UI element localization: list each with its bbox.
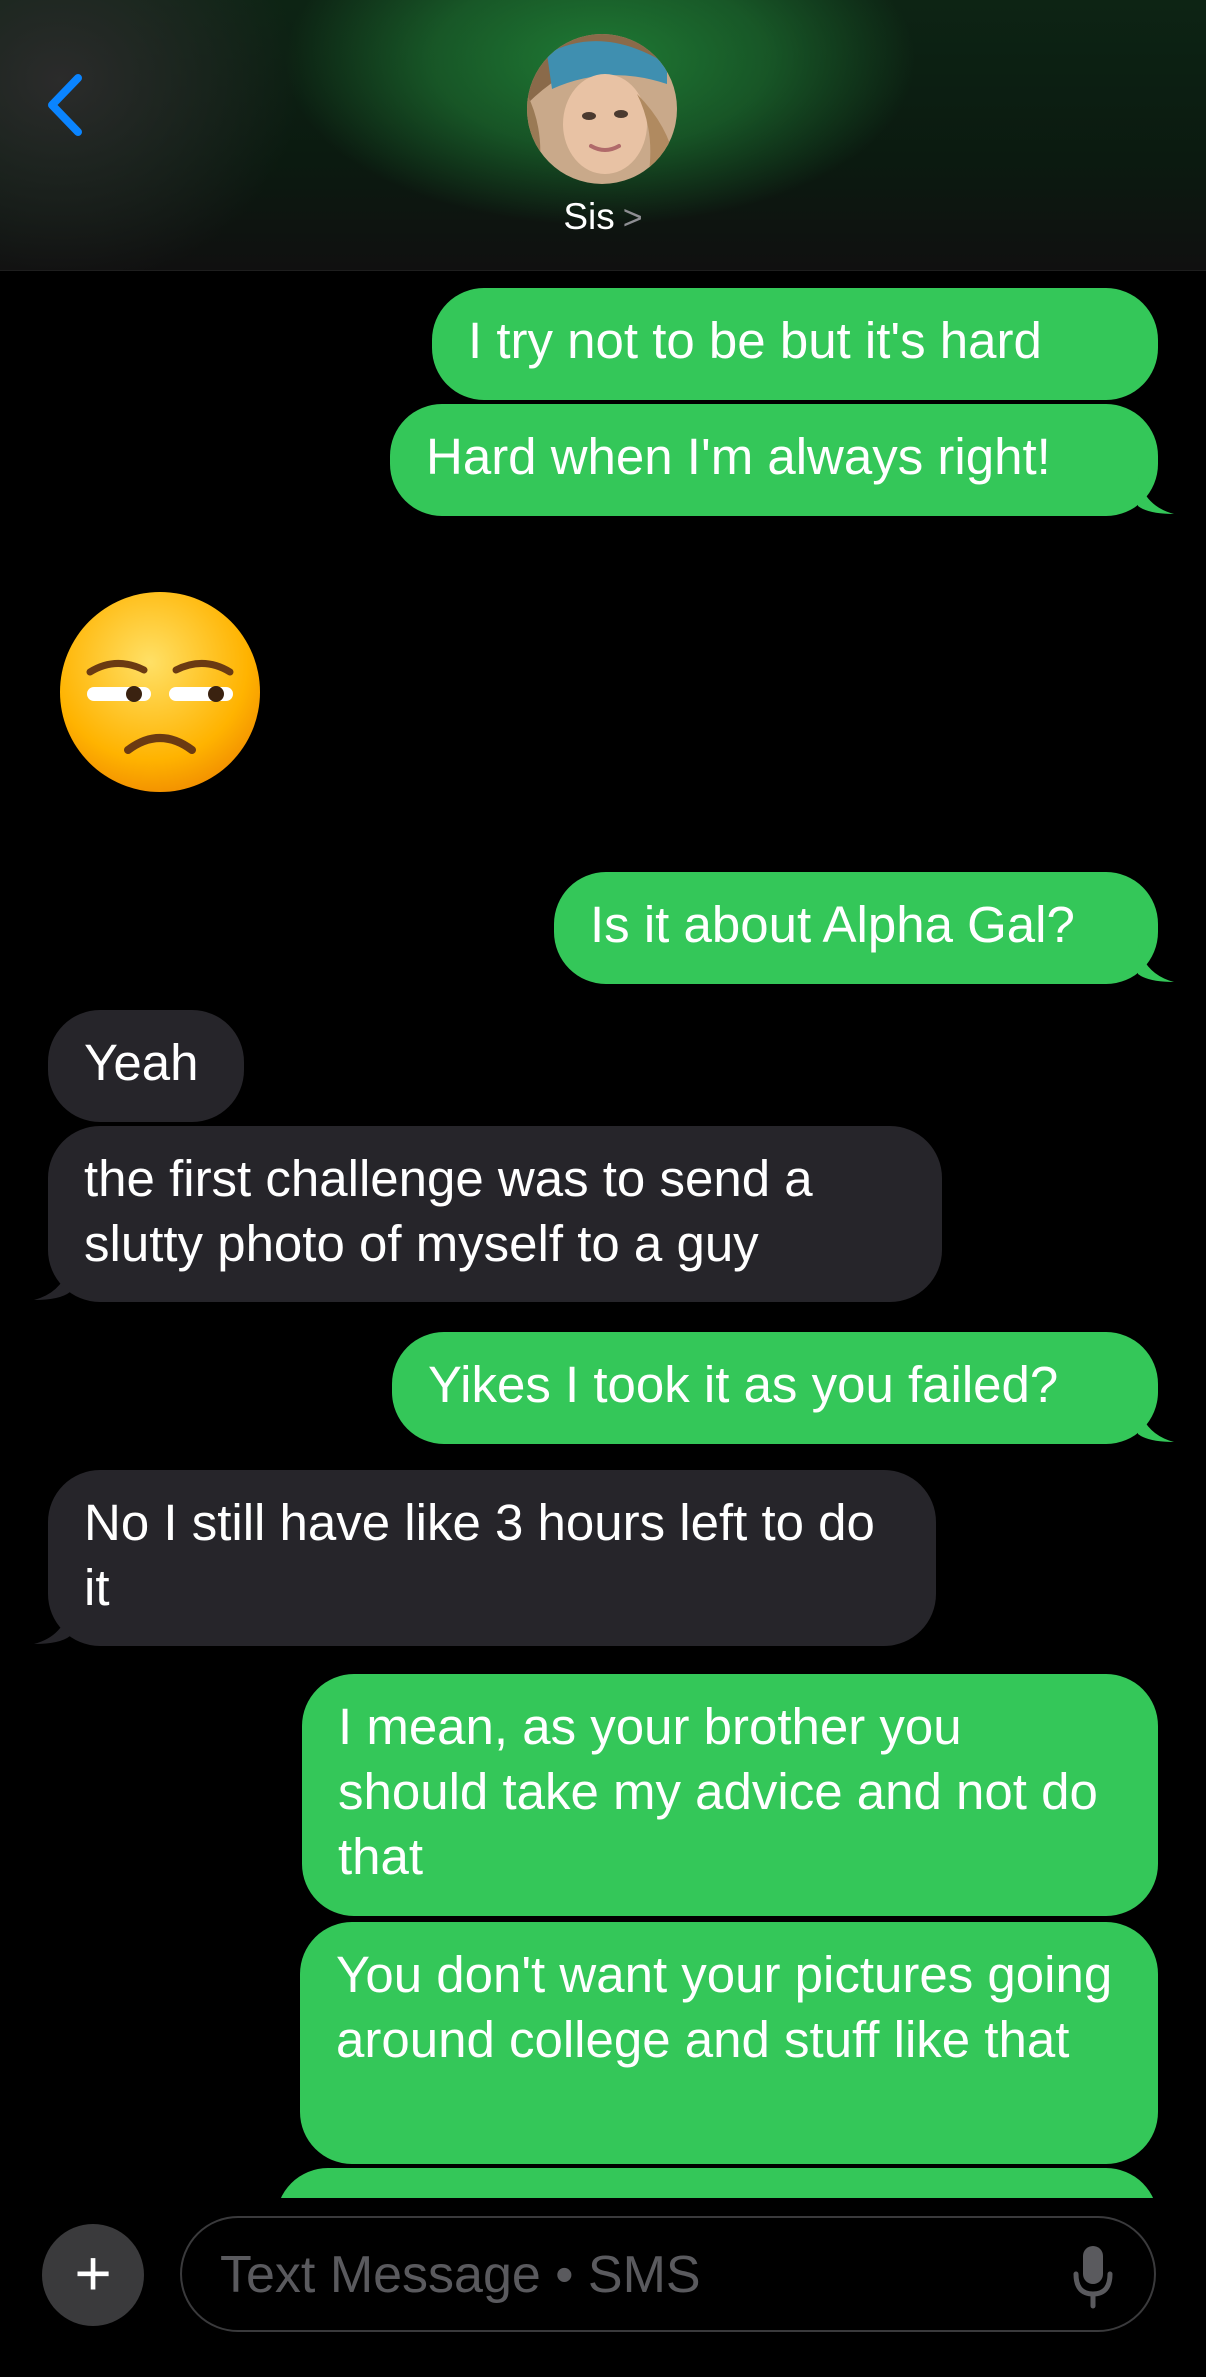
message-bubble-incoming[interactable]: the first challenge was to send a slutty… — [48, 1126, 942, 1302]
contact-name[interactable]: Sis > — [0, 196, 1206, 238]
message-text: I try not to be but it's hard — [468, 312, 1042, 369]
chevron-right-icon: > — [622, 199, 643, 237]
bubble-tail — [34, 1262, 70, 1300]
message-bubble-outgoing[interactable]: I try not to be but it's hard — [432, 288, 1158, 400]
message-text: No I still have like 3 hours left to do … — [84, 1494, 875, 1616]
plus-button[interactable]: + — [42, 2224, 144, 2326]
message-text: You don't want your pictures going aroun… — [336, 1946, 1113, 2068]
back-chevron-icon[interactable] — [42, 70, 92, 140]
message-bubble-outgoing[interactable]: You don't want your pictures going aroun… — [300, 1922, 1158, 2164]
plus-icon: + — [74, 2237, 112, 2309]
microphone-icon[interactable] — [1068, 2242, 1118, 2312]
bubble-tail — [34, 1606, 70, 1644]
message-text: Is it about Alpha Gal? — [590, 896, 1075, 953]
message-text: Yeah — [84, 1034, 199, 1091]
conversation-header: Sis > — [0, 0, 1206, 271]
contact-name-text: Sis — [563, 196, 615, 237]
message-text: the first challenge was to send a slutty… — [84, 1150, 813, 1272]
message-bubble-outgoing[interactable]: Hard when I'm always right! — [390, 404, 1158, 516]
unamused-face-emoji[interactable] — [58, 590, 262, 794]
message-bubble-outgoing[interactable]: Is it about Alpha Gal? — [554, 872, 1158, 984]
message-input[interactable] — [218, 2236, 1022, 2314]
message-text: Hard when I'm always right! — [426, 428, 1051, 485]
message-input-field[interactable] — [180, 2216, 1156, 2332]
bubble-tail — [1138, 944, 1174, 982]
message-text: Yikes I took it as you failed? — [428, 1356, 1059, 1413]
message-text: I mean, as your brother you should take … — [338, 1698, 1098, 1885]
message-bubble-outgoing[interactable]: Yikes I took it as you failed? — [392, 1332, 1158, 1444]
bubble-tail — [1138, 476, 1174, 514]
message-bubble-incoming[interactable]: No I still have like 3 hours left to do … — [48, 1470, 936, 1646]
contact-avatar[interactable] — [527, 34, 677, 184]
message-bubble-incoming[interactable]: Yeah — [48, 1010, 244, 1122]
bubble-tail — [1138, 1404, 1174, 1442]
message-bubble-outgoing[interactable]: I mean, as your brother you should take … — [302, 1674, 1158, 1916]
